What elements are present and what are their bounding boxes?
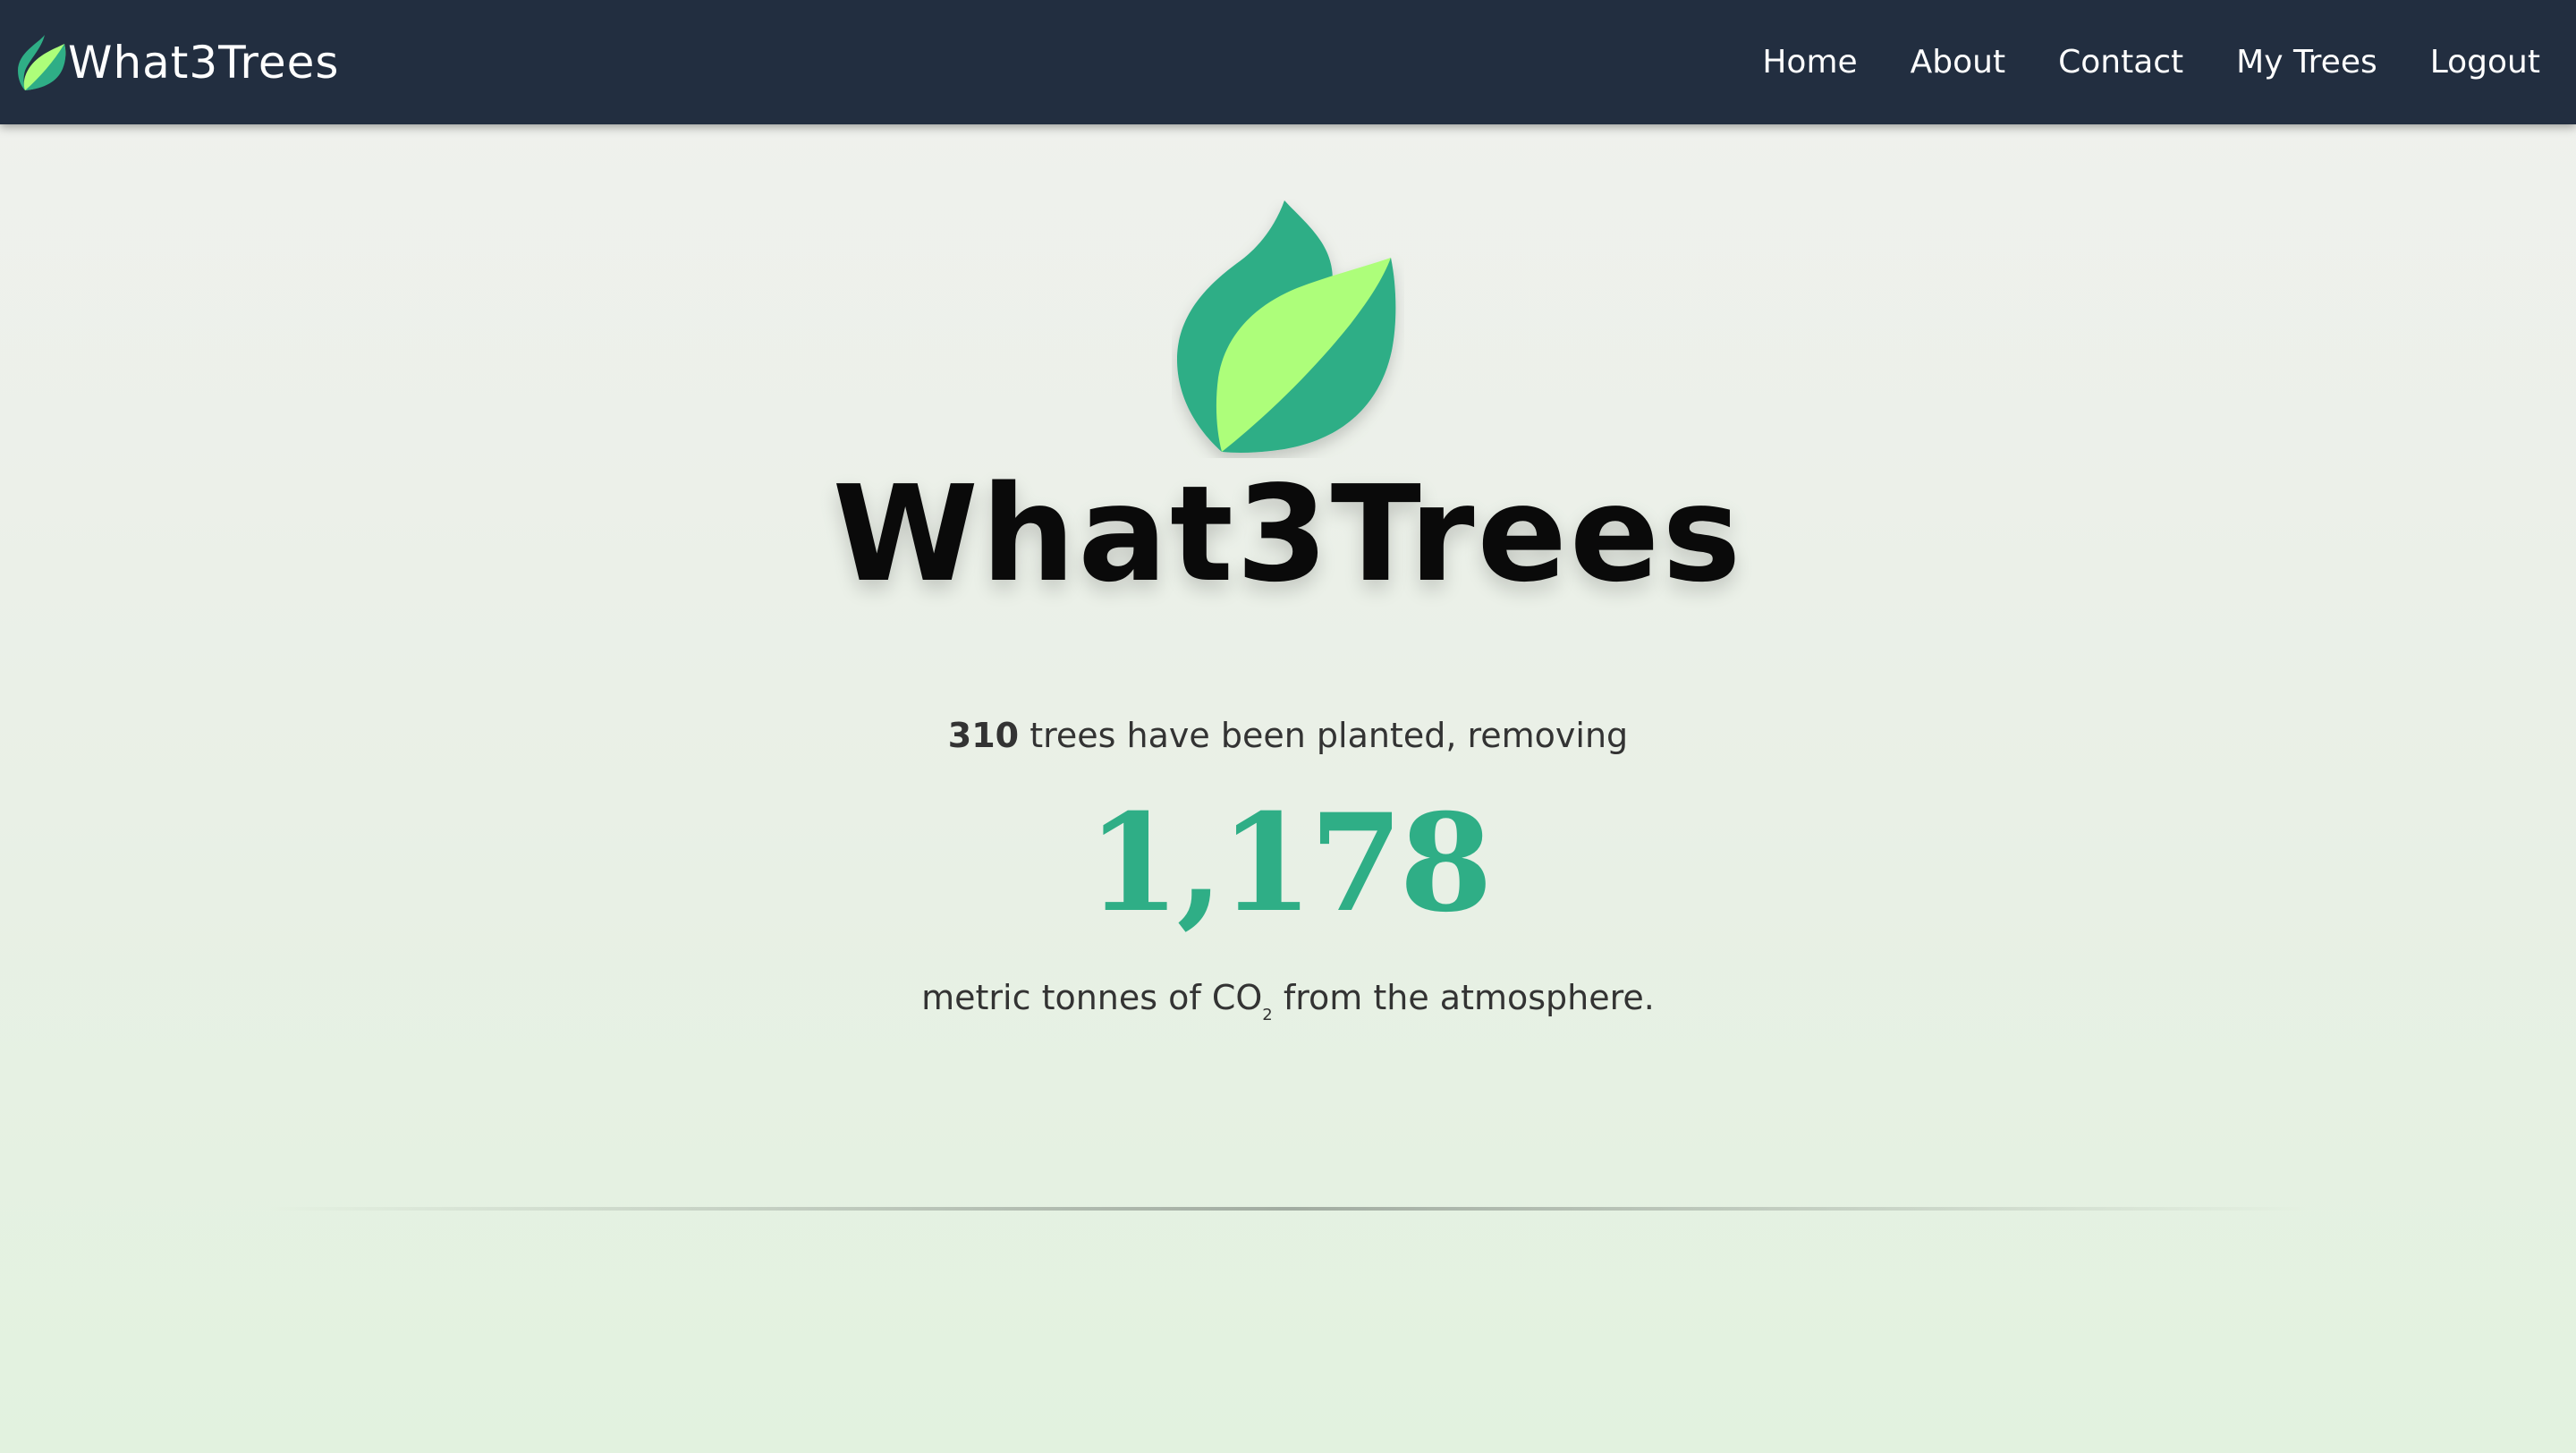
hero-title: What3Trees <box>832 457 1744 611</box>
co2-units-text: metric tonnes of CO2 from the atmosphere… <box>0 978 2576 1024</box>
trees-planted-text: 310 trees have been planted, removing <box>0 716 2576 755</box>
nav-menu: Home About Contact My Trees Logout <box>1709 0 2540 124</box>
leaf-logo-icon <box>1177 200 1396 453</box>
co2-removed-count: 1,178 <box>1087 785 1493 942</box>
co2-units-prefix: metric tonnes of CO <box>921 978 1263 1017</box>
brand-home-link[interactable]: What3Trees <box>13 30 339 95</box>
nav-my-trees-link[interactable]: My Trees <box>2236 44 2377 81</box>
co2-units-suffix: from the atmosphere. <box>1272 978 1655 1017</box>
brand-name: What3Trees <box>68 37 340 89</box>
nav-about-link[interactable]: About <box>1911 44 2005 81</box>
nav-contact-link[interactable]: Contact <box>2058 44 2183 81</box>
nav-logout-link[interactable]: Logout <box>2430 44 2540 81</box>
trees-planted-label: trees have been planted, removing <box>1019 716 1629 755</box>
top-navbar: What3Trees Home About Contact My Trees L… <box>0 0 2576 124</box>
section-divider <box>268 1207 2308 1211</box>
co2-subscript: 2 <box>1262 1006 1273 1024</box>
leaf-logo-icon <box>18 35 66 90</box>
trees-planted-count: 310 <box>947 716 1020 755</box>
nav-home-link[interactable]: Home <box>1762 44 1857 81</box>
